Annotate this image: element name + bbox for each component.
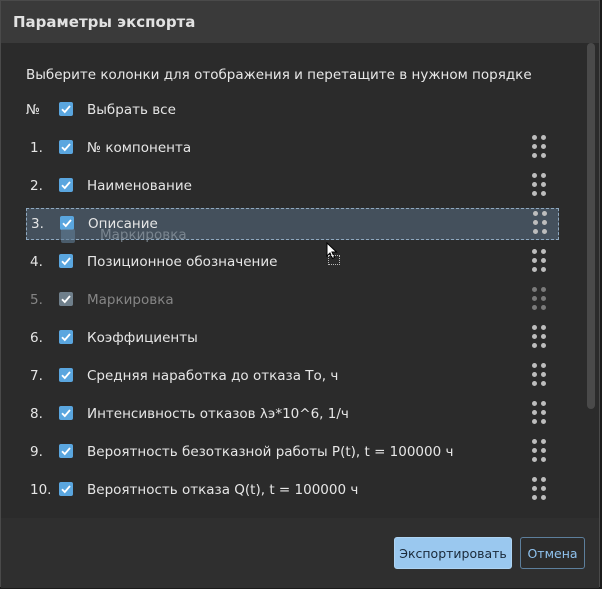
dialog-titlebar[interactable]: Параметры экспорта [1,1,599,43]
drag-handle-icon[interactable] [532,173,550,198]
column-row[interactable]: 1. № компонента [26,132,559,164]
column-checkbox[interactable] [59,178,73,192]
drag-handle-icon[interactable] [532,287,550,312]
drag-handle-icon[interactable] [532,477,550,502]
column-checkbox[interactable] [59,406,73,420]
check-icon [61,257,71,266]
column-label: Позиционное обозначение [87,254,278,270]
drag-handle-icon[interactable] [532,401,550,426]
column-number: 4. [30,254,43,270]
check-icon [61,295,71,304]
drag-handle-icon[interactable] [532,439,550,464]
column-checkbox[interactable] [59,330,73,344]
column-checkbox[interactable] [59,368,73,382]
cancel-button[interactable]: Отмена [520,537,585,569]
drag-copy-icon [328,255,340,265]
column-checkbox[interactable] [59,482,73,496]
column-row[interactable]: 7. Средняя наработка до отказа То, ч [26,360,559,392]
column-row[interactable]: 9. Вероятность безотказной работы P(t), t… [26,436,559,468]
drag-handle-icon[interactable] [532,135,550,160]
column-label: Средняя наработка до отказа То, ч [87,368,339,384]
column-number: 6. [30,330,43,346]
column-row[interactable]: 6. Коэффициенты [26,322,559,354]
drag-handle-icon[interactable] [532,249,550,274]
check-icon [62,219,72,228]
select-all-checkbox[interactable] [59,102,73,116]
column-number: 10. [30,482,52,498]
column-number: 7. [30,368,43,384]
dialog-title: Параметры экспорта [13,13,196,31]
column-checkbox[interactable] [59,444,73,458]
num-column-header: № [26,102,41,118]
select-all-row[interactable]: № Выбрать все [26,94,559,126]
column-label: Коэффициенты [87,330,198,346]
check-icon [61,371,71,380]
check-icon [61,409,71,418]
column-row[interactable]: 2. Наименование [26,170,559,202]
column-checkbox[interactable] [60,216,74,230]
dialog-footer: Экспортировать Отмена [1,518,599,588]
dialog-body: Выберите колонки для отображения и перет… [1,43,599,518]
check-icon [61,143,71,152]
column-number: 1. [30,140,43,156]
column-row[interactable]: 10. Вероятность отказа Q(t), t = 100000 ч [26,474,559,506]
column-label: № компонента [87,140,192,156]
select-all-label: Выбрать все [87,102,176,118]
drag-handle-icon[interactable] [532,363,550,388]
vertical-scrollbar[interactable] [587,43,595,409]
column-number: 3. [31,216,44,232]
column-label: Маркировка [87,292,174,308]
column-row[interactable]: 4. Позиционное обозначение [26,246,559,278]
drag-handle-icon[interactable] [533,211,551,236]
export-dialog: Параметры экспорта Выберите колонки для … [0,0,600,588]
column-number: 2. [30,178,43,194]
column-label: Наименование [87,178,192,194]
column-number: 5. [30,292,43,308]
drag-ghost-checkbox [61,229,75,243]
drag-handle-icon[interactable] [532,325,550,350]
column-label: Вероятность отказа Q(t), t = 100000 ч [87,482,359,498]
column-label: Интенсивность отказов λэ*10^6, 1/ч [87,406,349,422]
instructions-text: Выберите колонки для отображения и перет… [26,67,532,83]
column-checkbox[interactable] [59,140,73,154]
export-button[interactable]: Экспортировать [394,537,512,569]
check-icon [61,485,71,494]
column-checkbox[interactable] [59,254,73,268]
column-row[interactable]: 8. Интенсивность отказов λэ*10^6, 1/ч [26,398,559,430]
column-label: Вероятность безотказной работы P(t), t =… [87,444,454,460]
check-icon [61,333,71,342]
check-icon [61,447,71,456]
column-number: 9. [30,444,43,460]
column-row[interactable]: 5. Маркировка [26,284,559,316]
column-checkbox[interactable] [59,292,73,306]
check-icon [61,181,71,190]
column-number: 8. [30,406,43,422]
check-icon [61,105,71,114]
drag-ghost-label: Маркировка [100,227,187,243]
